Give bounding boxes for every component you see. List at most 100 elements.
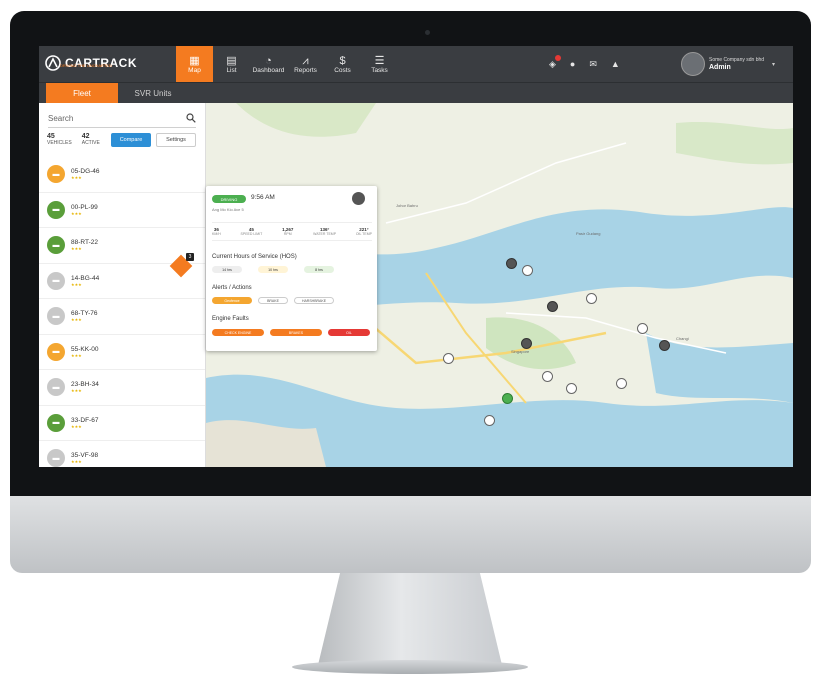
reports-icon: ⩘: [302, 54, 309, 67]
bell-icon[interactable]: ▲: [611, 59, 620, 69]
rating-stars-icon: ★★★: [71, 317, 82, 323]
vehicle-info: 33-DF-67 ★★★: [71, 417, 98, 429]
vehicle-list-item[interactable]: ▬ 33-DF-67 ★★★: [39, 406, 205, 441]
vehicle-stat: 221° OIL TEMP: [356, 227, 372, 236]
vehicle-icon: ▬: [47, 378, 65, 397]
vehicle-stat: 45 SPEED LIMIT: [241, 227, 263, 236]
map-vehicle-marker[interactable]: [506, 258, 517, 269]
notification-badge: [554, 54, 561, 61]
map-vehicle-marker[interactable]: [522, 265, 533, 276]
map-vehicle-marker[interactable]: [586, 293, 597, 304]
nav-label: Tasks: [371, 66, 388, 74]
vehicle-list-item[interactable]: ▬ 55-KK-00 ★★★: [39, 335, 205, 370]
vehicle-plate: 35-VF-98: [71, 452, 99, 460]
tasks-icon: ☰: [374, 54, 385, 67]
monitor-base: [292, 660, 528, 674]
costs-icon: $: [339, 54, 346, 67]
alert-pill[interactable]: BRAKE: [258, 297, 288, 304]
top-navbar: CARTRACK DRIVING THE UNCHARTED ▦ Map ▤ List…: [39, 46, 793, 82]
vehicle-icon: ▬: [47, 165, 65, 184]
rating-stars-icon: ★★★: [71, 210, 82, 216]
map-vehicle-marker[interactable]: [443, 353, 454, 364]
tab-fleet[interactable]: Fleet: [46, 83, 118, 104]
alert-pill[interactable]: Geofence: [212, 297, 252, 304]
map-vehicle-marker[interactable]: [637, 323, 648, 334]
vehicle-plate: 33-DF-67: [71, 416, 99, 424]
rating-stars-icon: ★★★: [71, 281, 82, 287]
vehicle-icon: ▬: [47, 449, 65, 467]
nav-item-list[interactable]: ▤ List: [213, 46, 250, 82]
vehicle-plate: 23-BH-34: [71, 381, 99, 389]
map-vehicle-marker[interactable]: [566, 383, 577, 394]
nav-item-costs[interactable]: $ Costs: [324, 46, 361, 82]
vehicle-icon: ▬: [47, 413, 65, 432]
vehicle-stat: 1,267 RPM: [282, 227, 293, 236]
alerts-title: Alerts / Actions: [212, 285, 252, 291]
tab-svr-units[interactable]: SVR Units: [121, 83, 185, 104]
avatar: [681, 52, 705, 76]
search-input[interactable]: Search: [48, 109, 196, 128]
map-vehicle-marker[interactable]: [521, 338, 532, 349]
map-vehicle-marker[interactable]: [484, 415, 495, 426]
search-icon[interactable]: [186, 113, 196, 123]
fault-pill[interactable]: BRAKES: [270, 329, 322, 336]
map-label-pasir-gudang: Pasir Gudang: [576, 231, 601, 236]
map-label-johor-bahru: Johor Bahru: [396, 203, 418, 208]
chevron-down-icon: ▾: [772, 61, 776, 68]
stat-label: KM/H: [212, 232, 221, 236]
vehicle-detail-popup: DRIVING 9:56 AM Ang Mo Kio Ave 5 36 KM/H 4…: [206, 186, 377, 351]
notifications-icon[interactable]: ◈: [549, 54, 561, 70]
fault-pill[interactable]: OIL: [328, 329, 370, 336]
vehicle-icon: ▬: [47, 307, 65, 326]
vehicle-plate: 55-KK-00: [71, 345, 99, 353]
map-vehicle-marker[interactable]: [502, 393, 513, 404]
vehicle-info: 68-TY-76 ★★★: [71, 310, 98, 322]
compare-button[interactable]: Compare: [111, 133, 151, 147]
hos-item: 14 hrs: [212, 266, 242, 273]
nav-item-map[interactable]: ▦ Map: [176, 46, 213, 82]
fault-pill[interactable]: CHECK ENGINE: [212, 329, 264, 336]
map-vehicle-marker[interactable]: [659, 340, 670, 351]
vehicle-list-item[interactable]: ▬ 23-BH-34 ★★★: [39, 370, 205, 406]
settings-button[interactable]: Settings: [156, 133, 196, 147]
nav-item-tasks[interactable]: ☰ Tasks: [361, 46, 398, 82]
vehicle-list-item[interactable]: ▬ 05-DG-46 ★★★: [39, 157, 205, 193]
nav-item-dashboard[interactable]: ◔ Dashboard: [250, 46, 287, 82]
stat-label: OIL TEMP: [355, 232, 372, 236]
map-vehicle-marker[interactable]: [616, 378, 627, 389]
vehicle-info: 88-RT-22 ★★★: [71, 239, 98, 251]
vehicle-plate: 88-RT-22: [71, 239, 98, 247]
map-vehicle-marker[interactable]: [542, 371, 553, 382]
vehicle-counts: 45 VEHICLES 42 ACTIVE: [47, 133, 100, 146]
map-vehicle-marker[interactable]: [547, 301, 558, 312]
engine-faults-title: Engine Faults: [212, 316, 249, 322]
alert-pill[interactable]: HARSHBRAKE: [294, 297, 334, 304]
vehicle-info: 55-KK-00 ★★★: [71, 346, 98, 358]
shield-icon[interactable]: ●: [570, 59, 575, 69]
popup-action-icon[interactable]: [352, 192, 365, 205]
status-badge: DRIVING: [212, 195, 246, 203]
vehicle-stats: 36 KM/H 45 SPEED LIMIT 1,267 RPM 136° WATER TEM…: [212, 222, 372, 241]
hos-title: Current Hours of Service (HOS): [212, 254, 297, 260]
user-menu[interactable]: Some Company sdn bhd Admin ▾: [681, 52, 775, 76]
stat-label: RPM: [283, 232, 292, 236]
vehicle-plate: 05-DG-46: [71, 168, 100, 176]
vehicle-sidebar: Search 45 VEHICLES 42 ACTIVE Compare Setti…: [39, 103, 206, 467]
nav-label: List: [226, 66, 237, 74]
screen: CARTRACK DRIVING THE UNCHARTED ▦ Map ▤ List…: [39, 46, 793, 467]
mail-icon[interactable]: ✉: [589, 59, 597, 70]
vehicle-list-item[interactable]: ▬ 35-VF-98 ★★★: [39, 441, 205, 467]
vehicle-stat: 136° WATER TEMP: [313, 227, 336, 236]
stat-label: WATER TEMP: [313, 232, 337, 236]
vehicle-info: 05-DG-46 ★★★: [71, 168, 100, 180]
nav-item-reports[interactable]: ⩘ Reports: [287, 46, 324, 82]
user-company: Some Company sdn bhd: [709, 57, 765, 63]
main-nav: ▦ Map ▤ List ◔ Dashboard ⩘ Reports $ Costs ☰ Tasks: [176, 46, 398, 82]
vehicle-list-item[interactable]: ▬ 68-TY-76 ★★★: [39, 299, 205, 335]
vehicle-plate: 14-BG-44: [71, 274, 100, 282]
map-label-singapore: Singapore: [511, 349, 530, 354]
monitor-chin: [10, 496, 811, 573]
count-active: 42 ACTIVE: [81, 133, 100, 146]
vehicle-list-item[interactable]: ▬ 00-PL-99 ★★★: [39, 193, 205, 228]
list-icon: ▤: [226, 54, 237, 67]
